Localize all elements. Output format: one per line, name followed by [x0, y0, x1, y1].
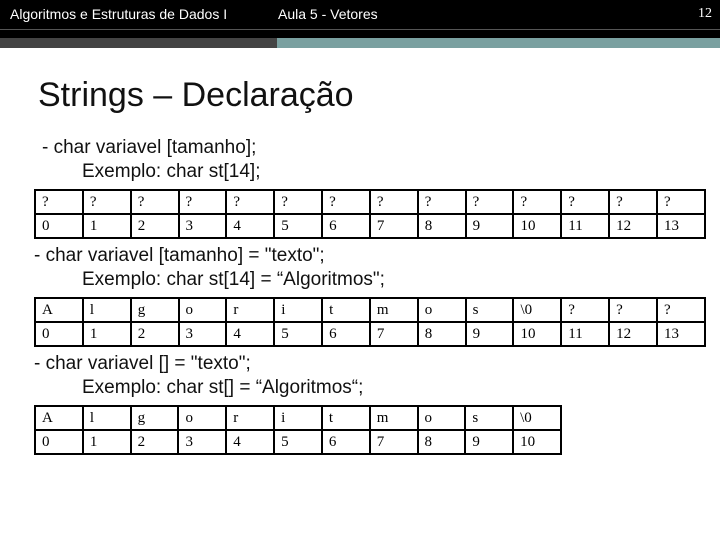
table-cell: 9	[466, 214, 514, 238]
table-cell: 1	[83, 430, 131, 454]
table-cell: ?	[83, 190, 131, 214]
table-cell: 12	[609, 214, 657, 238]
table-cell: 2	[131, 322, 179, 346]
decl-line-1: - char variavel [tamanho];	[42, 137, 696, 159]
table-cell: 3	[178, 430, 226, 454]
table-cell: 6	[322, 430, 370, 454]
table-cell: \0	[513, 298, 561, 322]
table-cell: s	[466, 298, 514, 322]
table-1: ?????????????? 012345678910111213	[34, 189, 706, 239]
example-line-1: Exemplo: char st[14];	[82, 161, 696, 183]
table-cell: o	[179, 298, 227, 322]
table-3: Algoritmos\0 012345678910	[34, 405, 562, 455]
table-cell: 2	[131, 214, 179, 238]
table-cell: r	[226, 406, 274, 430]
table-cell: s	[465, 406, 513, 430]
table-cell: m	[370, 298, 418, 322]
table-cell: 3	[179, 322, 227, 346]
table-cell: g	[131, 298, 179, 322]
table-cell: 12	[609, 322, 657, 346]
table-cell: i	[274, 298, 322, 322]
table-cell: 11	[561, 322, 609, 346]
table-cell: 3	[179, 214, 227, 238]
table-cell: 4	[226, 430, 274, 454]
table-cell: ?	[131, 190, 179, 214]
table-cell: ?	[561, 190, 609, 214]
table-cell: ?	[609, 190, 657, 214]
table-cell: l	[83, 406, 131, 430]
table-cell: 9	[466, 322, 514, 346]
table-2: Algoritmos\0??? 012345678910111213	[34, 297, 706, 347]
table-cell: 10	[513, 322, 561, 346]
table-cell: ?	[657, 298, 705, 322]
table-cell: 8	[418, 430, 466, 454]
decl-line-3: - char variavel [] = "texto";	[34, 353, 696, 375]
table-cell: ?	[179, 190, 227, 214]
table-cell: l	[83, 298, 131, 322]
table-cell: o	[418, 298, 466, 322]
table-cell: 8	[418, 322, 466, 346]
table-cell: ?	[322, 190, 370, 214]
table-cell: 7	[370, 430, 418, 454]
table-cell: m	[370, 406, 418, 430]
table-cell: 2	[131, 430, 179, 454]
table-cell: ?	[513, 190, 561, 214]
example-line-3: Exemplo: char st[] = “Algoritmos“;	[82, 377, 696, 399]
table-cell: o	[178, 406, 226, 430]
table-cell: ?	[609, 298, 657, 322]
table-cell: 6	[322, 214, 370, 238]
table-cell: A	[35, 298, 83, 322]
table-cell: 0	[35, 430, 83, 454]
table-cell: ?	[226, 190, 274, 214]
table-cell: t	[322, 298, 370, 322]
table-cell: o	[418, 406, 466, 430]
table-cell: 0	[35, 322, 83, 346]
table-cell: 9	[465, 430, 513, 454]
table-cell: i	[274, 406, 322, 430]
table-cell: 4	[226, 322, 274, 346]
slide-header: Algoritmos e Estruturas de Dados I Aula …	[0, 0, 720, 38]
table-cell: 10	[513, 214, 561, 238]
table-cell: \0	[513, 406, 561, 430]
table-cell: 8	[418, 214, 466, 238]
table-cell: ?	[370, 190, 418, 214]
table-cell: 0	[35, 214, 83, 238]
table-cell: 5	[274, 214, 322, 238]
table-cell: 10	[513, 430, 561, 454]
accent-dark	[0, 38, 277, 48]
table-cell: 1	[83, 322, 131, 346]
table-cell: t	[322, 406, 370, 430]
table-cell: A	[35, 406, 83, 430]
lecture-name: Aula 5 - Vetores	[278, 6, 378, 22]
page-title: Strings – Declaração	[38, 76, 696, 115]
table-cell: 4	[226, 214, 274, 238]
table-cell: 13	[657, 214, 705, 238]
table-cell: ?	[657, 190, 705, 214]
table-cell: 5	[274, 430, 322, 454]
accent-bar	[0, 38, 720, 48]
example-line-2: Exemplo: char st[14] = “Algoritmos";	[82, 269, 696, 291]
table-cell: ?	[466, 190, 514, 214]
divider	[0, 29, 720, 30]
table-cell: 13	[657, 322, 705, 346]
table-cell: ?	[418, 190, 466, 214]
table-cell: 1	[83, 214, 131, 238]
table-cell: r	[226, 298, 274, 322]
table-cell: 7	[370, 322, 418, 346]
table-cell: ?	[274, 190, 322, 214]
course-name: Algoritmos e Estruturas de Dados I	[10, 6, 227, 22]
table-cell: ?	[561, 298, 609, 322]
decl-line-2: - char variavel [tamanho] = "texto";	[34, 245, 696, 267]
table-cell: 11	[561, 214, 609, 238]
table-cell: 6	[322, 322, 370, 346]
table-cell: 7	[370, 214, 418, 238]
table-cell: g	[131, 406, 179, 430]
accent-teal	[277, 38, 720, 48]
table-cell: ?	[35, 190, 83, 214]
table-cell: 5	[274, 322, 322, 346]
page-number: 12	[698, 6, 712, 22]
